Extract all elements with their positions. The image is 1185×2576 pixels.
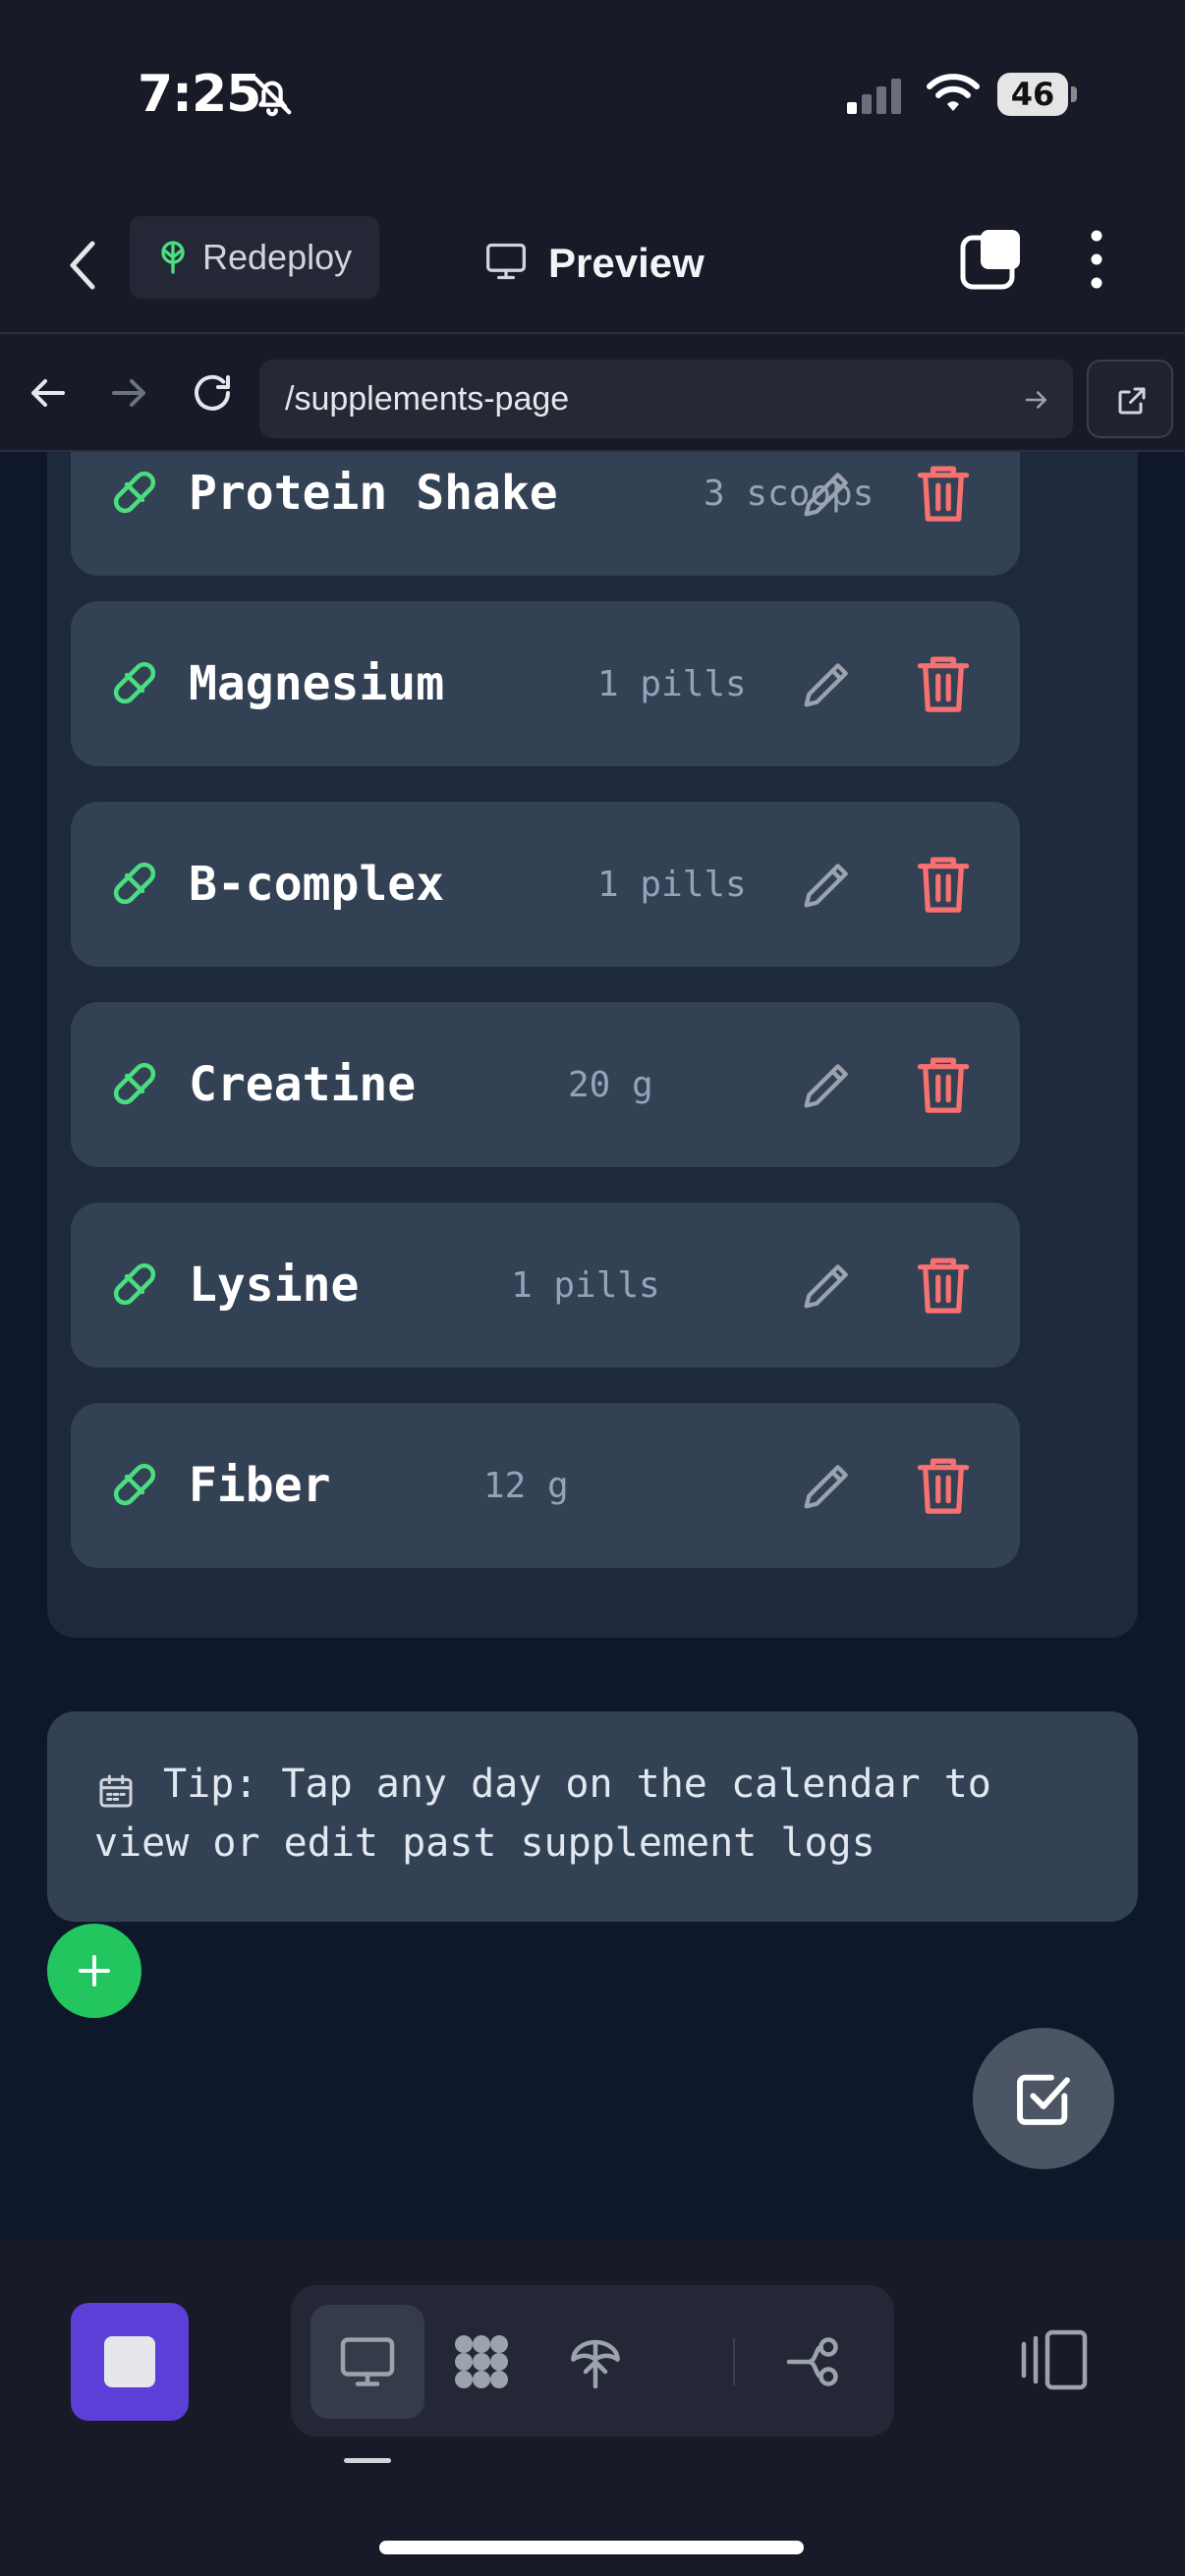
status-bar: 7:25 46 xyxy=(0,0,1185,196)
supplement-row-lysine[interactable]: Lysine 1 pills xyxy=(71,1203,1020,1368)
monitor-icon xyxy=(486,243,526,280)
trash-icon[interactable] xyxy=(912,851,975,918)
supplement-name: B-complex xyxy=(189,857,445,912)
supplement-row-b-complex[interactable]: B-complex 1 pills xyxy=(71,802,1020,967)
supplement-row-magnesium[interactable]: Magnesium 1 pills xyxy=(71,601,1020,766)
log-supplements-button[interactable] xyxy=(973,2028,1114,2169)
bell-slash-icon xyxy=(253,76,292,117)
go-arrow-icon[interactable] xyxy=(1022,385,1051,415)
pill-icon xyxy=(113,1463,156,1506)
toolbar-divider xyxy=(733,2338,735,2385)
active-tool-indicator xyxy=(344,2458,391,2463)
page-title-label: Preview xyxy=(548,240,705,286)
pill-icon xyxy=(113,471,156,514)
edit-icon[interactable] xyxy=(796,462,859,525)
tool-share[interactable] xyxy=(757,2305,871,2419)
edit-icon[interactable] xyxy=(796,1454,859,1517)
stop-icon xyxy=(104,2336,155,2387)
tool-group xyxy=(291,2285,894,2436)
supplement-dose: 1 pills xyxy=(597,664,747,704)
cellular-signal-icon xyxy=(847,79,901,114)
status-time: 7:25 xyxy=(138,65,261,124)
tip-box: Tip: Tap any day on the calendar to view… xyxy=(47,1711,1138,1922)
trash-icon[interactable] xyxy=(912,460,975,527)
chevron-left-icon[interactable] xyxy=(61,234,104,297)
supplement-row-creatine[interactable]: Creatine 20 g xyxy=(71,1002,1020,1167)
home-indicator xyxy=(379,2541,804,2554)
add-supplement-button[interactable] xyxy=(47,1924,141,2018)
open-external-button[interactable] xyxy=(1087,360,1173,438)
reload-icon[interactable] xyxy=(189,369,236,417)
supplement-name: Creatine xyxy=(189,1057,417,1112)
plus-icon xyxy=(79,1955,110,1987)
supplement-dose: 12 g xyxy=(483,1466,569,1506)
trash-icon[interactable] xyxy=(912,1051,975,1118)
tool-apps[interactable] xyxy=(424,2305,538,2419)
trash-icon[interactable] xyxy=(912,1452,975,1519)
supplement-dose: 20 g xyxy=(568,1065,653,1105)
external-link-icon xyxy=(1118,387,1146,415)
edit-icon[interactable] xyxy=(796,1254,859,1316)
apps-grid-icon xyxy=(455,2335,508,2388)
pill-icon xyxy=(113,1262,156,1306)
arrow-right-icon[interactable] xyxy=(106,369,153,417)
wifi-icon xyxy=(927,74,980,111)
supplement-row-fiber[interactable]: Fiber 12 g xyxy=(71,1403,1020,1568)
supplement-name: Protein Shake xyxy=(189,466,558,521)
vertical-dots-icon[interactable] xyxy=(1075,226,1118,293)
stop-button[interactable] xyxy=(71,2303,189,2421)
tip-text: Tip: Tap any day on the calendar to view… xyxy=(94,1762,991,1866)
supplement-name: Lysine xyxy=(189,1258,360,1313)
trash-icon[interactable] xyxy=(912,650,975,717)
deploy-icon xyxy=(571,2339,620,2389)
pill-icon xyxy=(113,862,156,905)
trash-icon[interactable] xyxy=(912,1252,975,1318)
supplement-name: Fiber xyxy=(189,1458,331,1513)
url-text: /supplements-page xyxy=(285,380,570,418)
edit-icon[interactable] xyxy=(796,853,859,916)
tool-deploy[interactable] xyxy=(538,2305,652,2419)
url-bar: /supplements-page xyxy=(0,334,1185,452)
redeploy-button[interactable]: Redeploy xyxy=(130,216,379,299)
redeploy-label: Redeploy xyxy=(202,237,353,277)
battery-level: 46 xyxy=(1010,76,1055,113)
url-input[interactable]: /supplements-page xyxy=(259,360,1073,438)
app-header: Redeploy Preview xyxy=(0,196,1185,334)
monitor-icon xyxy=(340,2337,395,2386)
bottom-toolbar xyxy=(0,2240,1185,2576)
supplement-dose: 1 pills xyxy=(597,865,747,905)
share-branch-icon xyxy=(786,2337,838,2386)
supplement-row-protein-shake[interactable]: Protein Shake 3 scoops xyxy=(71,452,1020,576)
arrow-left-icon[interactable] xyxy=(24,369,71,417)
pill-icon xyxy=(113,1062,156,1105)
edit-icon[interactable] xyxy=(796,1053,859,1116)
tabs-icon[interactable] xyxy=(959,226,1026,293)
sidebar-toggle-icon[interactable] xyxy=(1018,2328,1089,2391)
supplement-name: Magnesium xyxy=(189,656,445,711)
deploy-tree-icon xyxy=(161,241,185,274)
battery-icon: 46 xyxy=(997,73,1077,116)
tool-preview[interactable] xyxy=(310,2305,424,2419)
supplement-dose: 1 pills xyxy=(511,1265,660,1306)
checkbox-icon xyxy=(1017,2074,1070,2125)
page-content: Protein Shake 3 scoops Magnesium 1 pills B-c… xyxy=(0,452,1185,2240)
edit-icon[interactable] xyxy=(796,652,859,715)
pill-icon xyxy=(113,661,156,704)
